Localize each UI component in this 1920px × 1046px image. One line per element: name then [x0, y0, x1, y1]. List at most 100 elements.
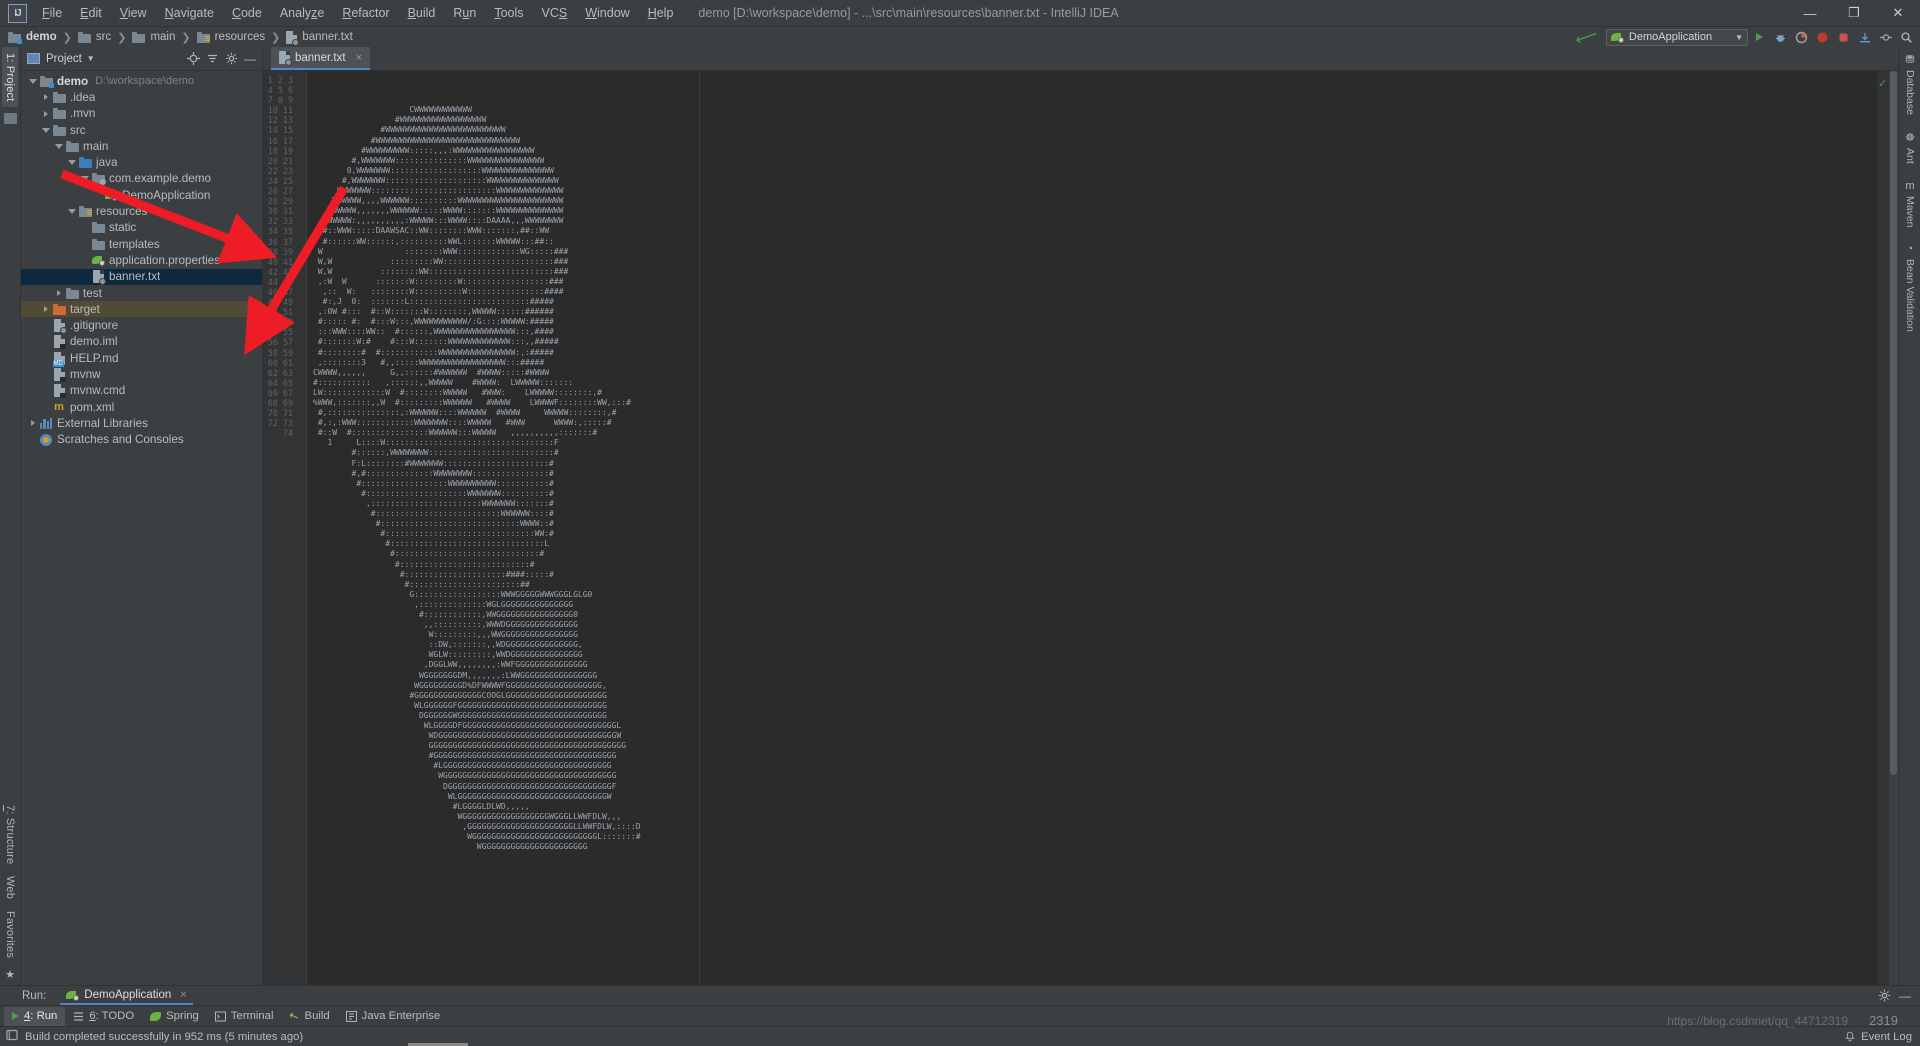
- tree-node-scratches-and-consoles[interactable]: Scratches and Consoles: [21, 432, 262, 448]
- tree-node-demo[interactable]: demo D:\workspace\demo: [21, 73, 262, 89]
- sidebar-item-database[interactable]: ⛃ Database: [1904, 53, 1916, 115]
- error-stripe-marker-panel[interactable]: ✓: [1877, 71, 1889, 985]
- minimize-button[interactable]: —: [1788, 0, 1832, 26]
- debug-icon[interactable]: [1771, 28, 1790, 47]
- menu-item-refactor[interactable]: Refactor: [333, 2, 398, 24]
- gear-icon[interactable]: [1875, 987, 1893, 1005]
- run-tab-demoapplication[interactable]: DemoApplication ×: [60, 986, 193, 1005]
- sidebar-item-project[interactable]: 1: Project: [2, 47, 18, 108]
- tree-node-demo-iml[interactable]: demo.iml: [21, 334, 262, 350]
- tool-window-button-terminal[interactable]: Terminal: [207, 1007, 282, 1026]
- menu-item-analyze[interactable]: Analyze: [271, 2, 333, 24]
- breadcrumb-item-demo[interactable]: demo: [6, 30, 59, 44]
- tool-window-button-6--todo[interactable]: 6: TODO: [65, 1007, 142, 1026]
- breadcrumb-item-main[interactable]: main: [130, 30, 177, 44]
- sidebar-item-maven[interactable]: m Maven: [1904, 180, 1916, 228]
- run-configuration-selector[interactable]: DemoApplication ▼: [1605, 28, 1748, 46]
- tree-node--mvn[interactable]: .mvn: [21, 106, 262, 122]
- sidebar-item-bean-validation[interactable]: ◔ Bean Validation: [1904, 243, 1916, 332]
- chevron-right-icon[interactable]: [40, 110, 51, 117]
- tree-node-com-example-demo[interactable]: com.example.demo: [21, 171, 262, 187]
- tree-node-target[interactable]: target: [21, 301, 262, 318]
- settings-gear-icon[interactable]: [222, 50, 240, 68]
- sidebar-item-web[interactable]: Web: [2, 870, 18, 905]
- minimize-icon[interactable]: —: [1896, 987, 1914, 1005]
- package-folder-icon: [91, 173, 106, 186]
- menu-item-view[interactable]: View: [111, 2, 156, 24]
- breadcrumb-item-src[interactable]: src: [76, 30, 113, 44]
- tree-node-help-md[interactable]: MD HELP.md: [21, 350, 262, 367]
- chevron-right-icon[interactable]: [27, 420, 38, 427]
- maximize-button[interactable]: ❐: [1832, 0, 1876, 26]
- chevron-right-icon[interactable]: [40, 94, 51, 101]
- menu-item-file[interactable]: File: [33, 2, 71, 24]
- tree-node-label: banner.txt: [109, 270, 161, 284]
- chevron-down-icon[interactable]: [79, 176, 90, 182]
- tree-node-pom-xml[interactable]: m pom.xml: [21, 399, 262, 415]
- collapse-all-icon[interactable]: [203, 50, 221, 68]
- menu-item-window[interactable]: Window: [576, 2, 638, 24]
- close-button[interactable]: ✕: [1876, 0, 1920, 26]
- sidebar-item-7--structure[interactable]: 7: Structure: [2, 799, 18, 870]
- menu-item-edit[interactable]: Edit: [71, 2, 111, 24]
- close-icon[interactable]: ×: [356, 52, 362, 64]
- tree-node-mvnw[interactable]: mvnw: [21, 366, 262, 382]
- right-tool-rail: ⛃ Database ☸ Ant m Maven ◔ Bean Validation: [1899, 47, 1920, 985]
- tree-node-banner-txt[interactable]: banner.txt: [21, 268, 262, 286]
- close-icon[interactable]: ×: [180, 989, 186, 1001]
- breadcrumb-item-banner-txt[interactable]: banner.txt: [284, 30, 355, 46]
- event-log-button[interactable]: Event Log: [1844, 1031, 1912, 1043]
- tree-node-external-libraries[interactable]: External Libraries: [21, 415, 262, 431]
- code-content[interactable]: CWWWWWWWWWWWW #WWWWWWWWWWWWWWWWWW #WWWWW…: [307, 71, 1877, 985]
- scrollbar-thumb[interactable]: [1890, 71, 1897, 775]
- editor-vertical-scrollbar[interactable]: [1889, 71, 1899, 985]
- tree-node-templates[interactable]: templates: [21, 236, 262, 252]
- chevron-down-icon[interactable]: [53, 143, 64, 149]
- tree-node-static[interactable]: static: [21, 220, 262, 236]
- code-folding-column[interactable]: [297, 71, 307, 985]
- tree-node-test[interactable]: test: [21, 285, 262, 301]
- run-with-coverage-icon[interactable]: [1792, 28, 1811, 47]
- tree-node-mvnw-cmd[interactable]: mvnw.cmd: [21, 383, 262, 399]
- tree-node-resources[interactable]: resources: [21, 203, 262, 219]
- tree-node--idea[interactable]: .idea: [21, 89, 262, 105]
- menu-item-code[interactable]: Code: [223, 2, 271, 24]
- menu-item-vcs[interactable]: VCS: [533, 2, 577, 24]
- stop-icon[interactable]: [1834, 28, 1853, 47]
- chevron-right-icon[interactable]: [40, 306, 51, 313]
- run-icon[interactable]: [1750, 28, 1769, 47]
- chevron-down-icon[interactable]: ▼: [87, 54, 95, 63]
- chevron-down-icon[interactable]: [66, 160, 77, 166]
- sidebar-item-favorites[interactable]: Favorites: [2, 905, 18, 964]
- menu-item-tools[interactable]: Tools: [485, 2, 532, 24]
- tree-node-demoapplication[interactable]: DemoApplication: [21, 187, 262, 203]
- chevron-down-icon[interactable]: [40, 127, 51, 133]
- search-everywhere-icon[interactable]: [1897, 28, 1916, 47]
- update-project-icon[interactable]: [1855, 28, 1874, 47]
- tree-node--gitignore[interactable]: .gitignore: [21, 317, 262, 335]
- tool-window-button-java-enterprise[interactable]: Java Enterprise: [338, 1007, 449, 1026]
- chevron-down-icon[interactable]: [66, 209, 77, 215]
- tree-node-java[interactable]: java: [21, 154, 262, 170]
- tree-node-src[interactable]: src: [21, 122, 262, 138]
- chevron-right-icon[interactable]: [53, 290, 64, 296]
- commit-icon[interactable]: [1876, 28, 1895, 47]
- menu-item-run[interactable]: Run: [444, 2, 485, 24]
- tree-node-main[interactable]: main: [21, 138, 262, 154]
- hide-icon[interactable]: —: [241, 50, 259, 68]
- sidebar-item-ant[interactable]: ☸ Ant: [1904, 131, 1916, 164]
- menu-item-navigate[interactable]: Navigate: [156, 2, 223, 24]
- project-tree[interactable]: demo D:\workspace\demo .idea .mvn src main jav…: [21, 71, 262, 985]
- profiler-icon[interactable]: [1813, 28, 1832, 47]
- menu-item-build[interactable]: Build: [399, 2, 445, 24]
- tree-node-application-properties[interactable]: application.properties: [21, 252, 262, 268]
- locate-icon[interactable]: [184, 50, 202, 68]
- chevron-down-icon[interactable]: [27, 78, 38, 84]
- editor-tab-banner-txt[interactable]: banner.txt ×: [271, 47, 370, 70]
- tool-window-button-4--run[interactable]: 4: Run: [4, 1006, 66, 1026]
- favorites-star-icon[interactable]: ★: [5, 968, 15, 981]
- menu-item-help[interactable]: Help: [639, 2, 683, 24]
- tool-window-button-spring[interactable]: Spring: [142, 1007, 207, 1026]
- tool-window-button-build[interactable]: ↖ Build: [281, 1007, 337, 1026]
- breadcrumb-item-resources[interactable]: resources: [195, 30, 268, 44]
